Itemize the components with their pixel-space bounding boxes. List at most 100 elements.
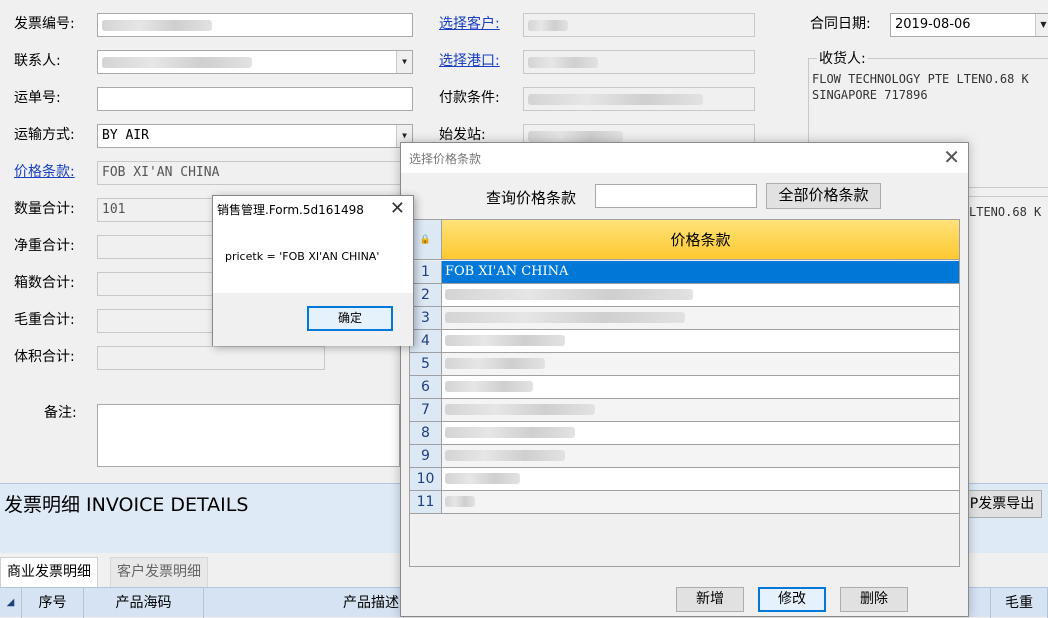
select-customer-link[interactable]: 选择客户: bbox=[439, 14, 500, 34]
add-button[interactable]: 新增 bbox=[676, 587, 744, 612]
remarks-textarea[interactable] bbox=[97, 404, 400, 467]
net-weight-label: 净重合计: bbox=[14, 238, 75, 254]
query-price-terms-label: 查询价格条款 bbox=[486, 189, 577, 207]
all-price-terms-button[interactable]: 全部价格条款 bbox=[766, 183, 881, 209]
edit-button[interactable]: 修改 bbox=[758, 587, 826, 612]
gross-weight-label: 毛重合计: bbox=[14, 312, 75, 328]
ok-button[interactable]: 确定 bbox=[307, 306, 393, 331]
price-terms-link[interactable]: 价格条款: bbox=[14, 162, 75, 182]
price-term-cell[interactable]: FOB XI'AN CHINA bbox=[442, 261, 959, 283]
redacted-value bbox=[445, 289, 693, 300]
message-box-title: 销售管理.Form.5d161498 bbox=[217, 203, 364, 217]
row-number: 7 bbox=[410, 399, 442, 421]
grid-row[interactable]: 9 bbox=[410, 445, 959, 468]
column-header-product-desc[interactable]: 产品描述 bbox=[204, 588, 404, 618]
grid-row[interactable]: 7 bbox=[410, 399, 959, 422]
net-weight-field[interactable] bbox=[97, 235, 217, 259]
grid-row[interactable]: 2 bbox=[410, 284, 959, 307]
contract-date-value: 2019-08-06 bbox=[895, 17, 971, 32]
port-field[interactable] bbox=[523, 50, 755, 74]
box-count-label: 箱数合计: bbox=[14, 275, 75, 291]
qty-total-value: 101 bbox=[102, 202, 126, 217]
lock-icon: 🔒 bbox=[410, 220, 442, 260]
price-term-cell[interactable] bbox=[442, 422, 959, 444]
price-term-cell[interactable] bbox=[442, 284, 959, 306]
consignee-line-1: FLOW TECHNOLOGY PTE LTENO.68 K bbox=[812, 72, 1029, 86]
row-number: 2 bbox=[410, 284, 442, 306]
grid-row[interactable]: 8 bbox=[410, 422, 959, 445]
price-term-cell[interactable] bbox=[442, 445, 959, 467]
close-icon[interactable]: ✕ bbox=[390, 198, 405, 220]
select-port-link[interactable]: 选择港口: bbox=[439, 51, 500, 71]
price-term-cell[interactable] bbox=[442, 307, 959, 329]
redacted-value bbox=[445, 358, 545, 369]
price-term-cell[interactable] bbox=[442, 376, 959, 398]
column-header-price-terms[interactable]: 价格条款 bbox=[442, 220, 959, 260]
redacted-value bbox=[445, 335, 565, 346]
invoice-export-button[interactable]: P发票导出 bbox=[962, 490, 1042, 518]
contact-select[interactable]: ▼ bbox=[97, 50, 413, 74]
row-number: 11 bbox=[410, 491, 442, 513]
column-header-product-code[interactable]: 产品海码 bbox=[84, 588, 204, 618]
chevron-down-icon[interactable]: ▼ bbox=[1035, 14, 1048, 36]
column-header-seq[interactable]: 序号 bbox=[22, 588, 84, 618]
grid-row[interactable]: 5 bbox=[410, 353, 959, 376]
redacted-value bbox=[445, 404, 595, 415]
price-terms-grid: 🔒 价格条款 1 FOB XI'AN CHINA 2 3 4 5 6 7 8 9 10 11 bbox=[409, 219, 960, 567]
price-term-cell[interactable] bbox=[442, 330, 959, 352]
price-term-cell[interactable] bbox=[442, 353, 959, 375]
price-term-cell[interactable] bbox=[442, 399, 959, 421]
price-term-value: FOB XI'AN CHINA bbox=[445, 264, 569, 279]
customer-field[interactable] bbox=[523, 13, 755, 37]
redacted-value bbox=[445, 450, 565, 461]
redacted-value bbox=[445, 496, 475, 507]
corner-triangle-icon: ◢ bbox=[0, 588, 22, 618]
chevron-down-icon[interactable]: ▼ bbox=[396, 51, 412, 73]
box-count-field[interactable] bbox=[97, 272, 217, 296]
grid-row[interactable]: 3 bbox=[410, 307, 959, 330]
row-number: 1 bbox=[410, 261, 442, 283]
grid-row[interactable]: 6 bbox=[410, 376, 959, 399]
transport-value: BY AIR bbox=[102, 128, 149, 143]
consignee-textbox[interactable]: FLOW TECHNOLOGY PTE LTENO.68 K SINGAPORE… bbox=[812, 71, 1048, 103]
tab-customer-invoice[interactable]: 客户发票明细 bbox=[110, 557, 208, 587]
dialog-title: 选择价格条款 bbox=[409, 152, 482, 166]
consignee-line-2: SINGAPORE 717896 bbox=[812, 88, 928, 102]
redacted-value bbox=[445, 381, 533, 392]
redacted-value bbox=[445, 312, 685, 323]
price-term-cell[interactable] bbox=[442, 491, 959, 513]
invoice-details-title: 发票明细 INVOICE DETAILS bbox=[4, 494, 249, 516]
transport-select[interactable]: BY AIR ▼ bbox=[97, 124, 413, 148]
volume-field[interactable] bbox=[97, 346, 325, 370]
grid-row[interactable]: 10 bbox=[410, 468, 959, 491]
message-text: pricetk = 'FOB XI'AN CHINA' bbox=[225, 250, 380, 263]
transport-label: 运输方式: bbox=[14, 127, 75, 143]
gross-weight-field[interactable] bbox=[97, 309, 217, 333]
waybill-label: 运单号: bbox=[14, 90, 61, 106]
invoice-no-field[interactable] bbox=[97, 13, 413, 37]
qty-total-label: 数量合计: bbox=[14, 201, 75, 217]
payment-terms-field[interactable] bbox=[523, 87, 755, 111]
price-terms-field[interactable]: FOB XI'AN CHINA bbox=[97, 161, 413, 185]
contract-date-picker[interactable]: 2019-08-06 ▼ bbox=[890, 13, 1048, 37]
price-term-cell[interactable] bbox=[442, 468, 959, 490]
qty-total-field[interactable]: 101 bbox=[97, 198, 217, 222]
row-number: 3 bbox=[410, 307, 442, 329]
redacted-value bbox=[445, 473, 520, 484]
column-header-gross-weight[interactable]: 毛重 bbox=[990, 588, 1048, 618]
payment-terms-label: 付款条件: bbox=[439, 90, 500, 106]
remarks-label: 备注: bbox=[44, 405, 77, 421]
grid-row[interactable]: 4 bbox=[410, 330, 959, 353]
query-price-terms-input[interactable] bbox=[595, 184, 757, 208]
message-box-footer: 确定 bbox=[213, 293, 413, 346]
waybill-field[interactable] bbox=[97, 87, 413, 111]
delete-button[interactable]: 删除 bbox=[840, 587, 908, 612]
grid-row[interactable]: 11 bbox=[410, 491, 959, 514]
grid-row[interactable]: 1 FOB XI'AN CHINA bbox=[410, 261, 959, 284]
row-number: 10 bbox=[410, 468, 442, 490]
volume-label: 体积合计: bbox=[14, 349, 75, 365]
row-number: 5 bbox=[410, 353, 442, 375]
close-icon[interactable]: ✕ bbox=[943, 145, 960, 169]
redacted-value bbox=[445, 427, 575, 438]
tab-commercial-invoice[interactable]: 商业发票明细 bbox=[0, 557, 98, 587]
